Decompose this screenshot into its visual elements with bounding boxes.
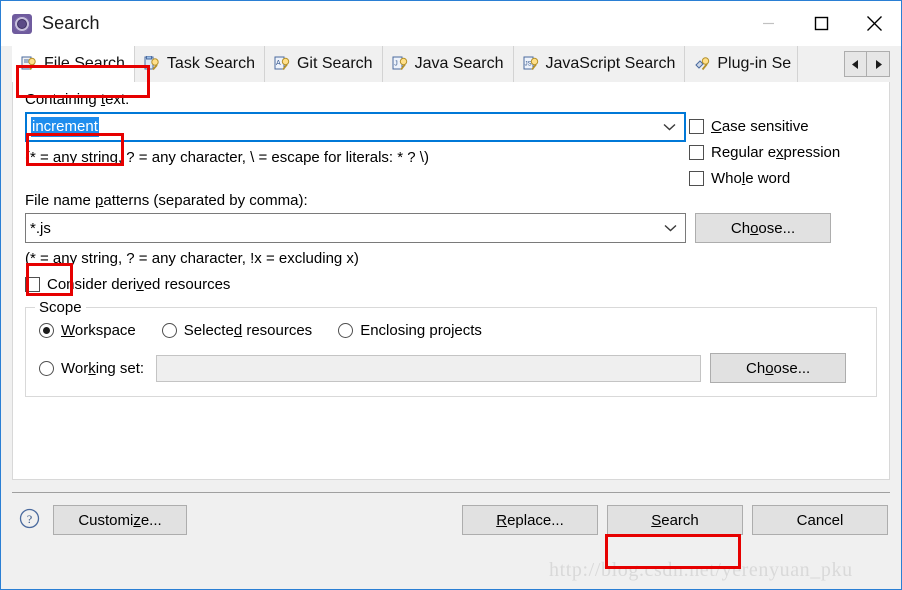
tab-label: Java Search	[414, 55, 504, 72]
javascript-search-icon: JS	[523, 56, 540, 72]
tab-label: JavaScript Search	[545, 55, 676, 72]
watermark-text: http://blog.csdn.net/yerenyuan_pku	[549, 559, 853, 581]
tab-label: File Search	[44, 55, 125, 72]
svg-text:J: J	[394, 61, 398, 68]
option-case-sensitive[interactable]: Case sensitive	[689, 118, 840, 135]
tab-git-search[interactable]: A Git Search	[264, 46, 383, 82]
window-title: Search	[42, 13, 100, 33]
tab-strip: File Search Task Search A Git Search J J…	[1, 46, 901, 82]
tab-scroll-left-button[interactable]	[844, 51, 867, 77]
case-sensitive-checkbox[interactable]	[689, 119, 704, 134]
option-regular-expression[interactable]: Regular expression	[689, 144, 840, 161]
file-search-icon	[21, 56, 38, 72]
option-label: Consider derived resources	[47, 276, 231, 293]
choose-working-set-button[interactable]: Choose...	[710, 353, 847, 383]
whole-word-checkbox[interactable]	[689, 171, 704, 186]
scope-selected-resources[interactable]: Selected resources	[161, 322, 313, 339]
button-label: Choose...	[746, 359, 811, 377]
enclosing-projects-radio[interactable]	[338, 323, 354, 338]
consider-derived-resources-checkbox[interactable]	[25, 277, 40, 292]
scope-group: Scope Workspace Selected resources Enclo…	[25, 299, 877, 397]
option-label: Regular expression	[711, 144, 841, 161]
file-name-patterns-value: *.js	[30, 219, 51, 237]
tab-list: File Search Task Search A Git Search J J…	[12, 46, 844, 82]
close-button[interactable]	[848, 1, 901, 46]
tab-plugin-search[interactable]: Plug-in Se	[685, 46, 799, 82]
search-dialog-window: Search File Search Task Search A Git Sea…	[0, 0, 902, 590]
scope-enclosing-projects[interactable]: Enclosing projects	[338, 322, 482, 339]
option-label: Enclosing projects	[360, 322, 482, 339]
tab-label: Git Search	[296, 55, 373, 72]
window-controls	[742, 1, 901, 46]
option-whole-word[interactable]: Whole word	[689, 170, 840, 187]
file-name-patterns-hint: (* = any string, ? = any character, !x =…	[25, 250, 359, 267]
search-gear-icon	[12, 13, 32, 34]
workspace-radio[interactable]	[39, 323, 54, 338]
scope-working-set[interactable]: Working set:	[39, 360, 144, 377]
customize-button[interactable]: Customize...	[53, 505, 187, 535]
button-label: Cancel	[796, 511, 844, 529]
selected-resources-radio[interactable]	[161, 323, 177, 338]
button-label: Customize...	[78, 511, 162, 529]
title-bar-left: Search	[1, 13, 100, 34]
git-search-icon: A	[274, 56, 291, 72]
minimize-button[interactable]	[742, 1, 795, 46]
scope-workspace[interactable]: Workspace	[39, 322, 136, 339]
option-label: Whole word	[711, 170, 791, 187]
working-set-row: Working set: Choose...	[39, 353, 863, 383]
tab-label: Task Search	[166, 55, 255, 72]
option-label: Case sensitive	[711, 118, 809, 135]
svg-text:A: A	[276, 60, 281, 67]
tab-label: Plug-in Se	[717, 55, 792, 72]
chevron-down-icon	[663, 119, 676, 136]
button-label: Search	[651, 511, 699, 529]
containing-text-value: increment	[31, 117, 99, 137]
help-icon[interactable]: ?	[19, 508, 40, 533]
svg-text:?: ?	[27, 512, 32, 526]
scope-radio-row: Workspace Selected resources Enclosing p…	[39, 322, 863, 339]
containing-text-label: Containing text:	[25, 91, 130, 108]
button-label: Choose...	[730, 219, 796, 237]
tab-file-search[interactable]: File Search	[12, 46, 135, 82]
regular-expression-checkbox[interactable]	[689, 145, 704, 160]
task-search-icon	[144, 55, 161, 72]
working-set-radio[interactable]	[39, 360, 54, 376]
tab-javascript-search[interactable]: JS JavaScript Search	[513, 46, 686, 82]
option-label: Working set:	[61, 359, 145, 377]
tab-scroll-right-button[interactable]	[867, 51, 890, 77]
button-label: Replace...	[496, 511, 564, 529]
footer-button-row: ? Customize... Replace... Search Cancel	[1, 504, 901, 536]
containing-text-combo[interactable]: increment	[25, 112, 686, 142]
footer-separator	[12, 492, 890, 493]
working-set-field[interactable]	[156, 354, 702, 382]
file-name-patterns-combo[interactable]: *.js	[25, 213, 686, 243]
scope-group-title: Scope	[35, 299, 86, 316]
choose-patterns-button[interactable]: Choose...	[695, 213, 831, 243]
file-search-panel: Containing text: increment (* = any stri…	[12, 82, 890, 480]
replace-button[interactable]: Replace...	[462, 505, 598, 535]
maximize-button[interactable]	[795, 1, 848, 46]
option-label: Workspace	[61, 322, 136, 339]
search-options-group: Case sensitive Regular expression Whole …	[689, 118, 840, 187]
tab-scroll-buttons	[844, 51, 890, 77]
svg-text:JS: JS	[524, 62, 531, 68]
title-bar: Search	[1, 1, 901, 46]
plugin-search-icon	[694, 56, 711, 72]
chevron-down-icon	[664, 220, 677, 237]
java-search-icon: J	[392, 56, 409, 72]
option-label: Selected resources	[183, 322, 313, 339]
file-name-patterns-row: *.js Choose...	[25, 213, 877, 243]
file-name-patterns-label: File name patterns (separated by comma):	[25, 192, 308, 209]
search-button[interactable]: Search	[607, 505, 743, 535]
cancel-button[interactable]: Cancel	[752, 505, 888, 535]
tab-task-search[interactable]: Task Search	[134, 46, 265, 82]
tab-java-search[interactable]: J Java Search	[382, 46, 514, 82]
option-consider-derived-resources[interactable]: Consider derived resources	[25, 276, 877, 293]
